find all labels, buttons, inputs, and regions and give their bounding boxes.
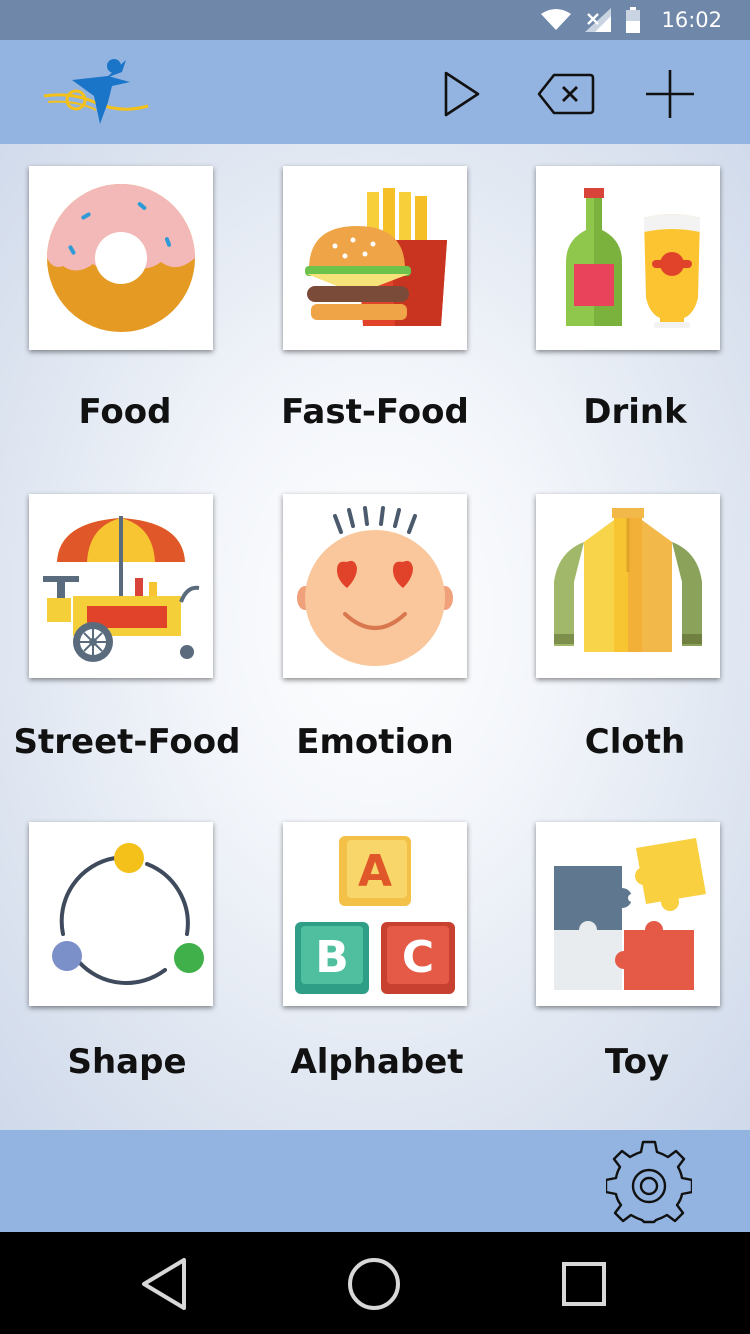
back-triangle-icon[interactable] [134, 1254, 194, 1314]
abc-blocks-icon: A B C [295, 836, 455, 994]
svg-text:A: A [358, 846, 392, 897]
home-circle-icon[interactable] [344, 1254, 404, 1314]
category-tile-cloth[interactable] [536, 494, 720, 678]
category-tile-emotion[interactable] [283, 494, 467, 678]
svg-text:C: C [402, 932, 434, 983]
bottom-bar [0, 1130, 750, 1232]
backspace-icon [537, 73, 595, 115]
category-tile-drink[interactable] [536, 166, 720, 350]
system-nav-bar [0, 1232, 750, 1334]
category-label-food: Food [78, 392, 172, 432]
food-cart-icon [43, 516, 200, 662]
add-button[interactable] [640, 64, 700, 124]
app-screen: 16:02 Food Fast-Food Drink Street-Food E… [0, 0, 750, 1334]
category-tile-street-food[interactable] [29, 494, 213, 678]
category-tile-shape[interactable] [29, 822, 213, 1006]
category-label-alphabet: Alphabet [290, 1042, 464, 1082]
category-label-street-food: Street-Food [13, 722, 241, 762]
person-star-logo-icon[interactable] [42, 56, 150, 128]
category-label-toy: Toy [604, 1042, 670, 1082]
donut-icon [47, 184, 195, 332]
gear-icon[interactable] [606, 1140, 692, 1224]
circle-dots-icon [52, 843, 204, 985]
wifi-icon [541, 9, 572, 30]
cell-signal-icon [585, 8, 612, 32]
category-label-drink: Drink [583, 392, 687, 432]
jacket-icon [554, 508, 702, 652]
plus-icon [646, 70, 694, 118]
status-bar: 16:02 [0, 0, 750, 40]
play-button[interactable] [432, 64, 492, 124]
app-bar [0, 40, 750, 144]
category-label-fast-food: Fast-Food [281, 392, 469, 432]
category-tile-alphabet[interactable]: A B C [283, 822, 467, 1006]
svg-text:B: B [315, 932, 349, 983]
battery-icon [626, 7, 641, 33]
category-tile-food[interactable] [29, 166, 213, 350]
category-grid: Food Fast-Food Drink Street-Food Emotion… [0, 144, 750, 1130]
category-tile-toy[interactable] [536, 822, 720, 1006]
category-label-emotion: Emotion [296, 722, 454, 762]
bottle-glass-icon [566, 188, 700, 328]
backspace-button[interactable] [536, 64, 596, 124]
category-label-cloth: Cloth [584, 722, 686, 762]
burger-fries-icon [305, 188, 447, 326]
recent-square-icon[interactable] [554, 1254, 614, 1314]
category-tile-fast-food[interactable] [283, 166, 467, 350]
category-label-shape: Shape [67, 1042, 187, 1082]
love-face-icon [297, 506, 453, 666]
status-time: 16:02 [661, 8, 722, 32]
play-icon [444, 71, 480, 117]
puzzle-icon [554, 838, 706, 990]
